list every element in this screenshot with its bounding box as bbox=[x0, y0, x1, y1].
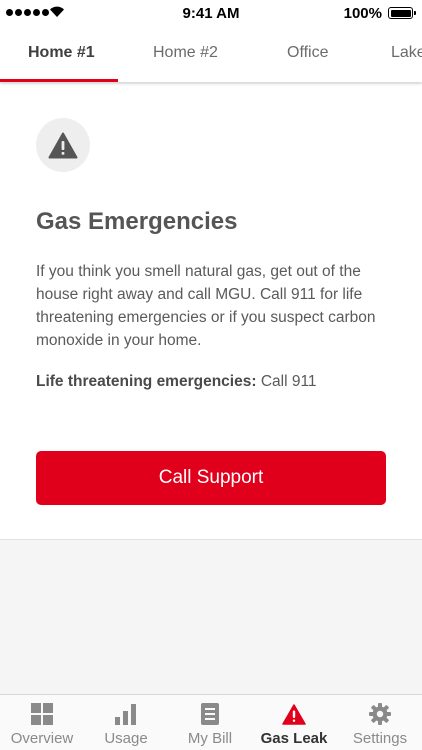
tab-office[interactable]: Office bbox=[287, 26, 329, 82]
gear-icon bbox=[369, 703, 391, 725]
call-support-button[interactable]: Call Support bbox=[36, 451, 386, 505]
grid-icon bbox=[31, 703, 53, 725]
nav-label: Overview bbox=[10, 730, 74, 747]
warning-icon bbox=[48, 132, 78, 158]
active-tab-indicator bbox=[0, 79, 118, 82]
nav-item-settings[interactable]: Settings bbox=[338, 695, 422, 750]
nav-item-my-bill[interactable]: My Bill bbox=[168, 695, 252, 750]
nav-item-gas-leak[interactable]: Gas Leak bbox=[252, 695, 336, 750]
tab-home-2[interactable]: Home #2 bbox=[153, 26, 218, 82]
battery-percentage: 100% bbox=[343, 5, 382, 22]
warning-icon bbox=[282, 703, 306, 725]
battery-icon bbox=[388, 7, 416, 19]
emergency-line: Life threatening emergencies: Call 911 bbox=[36, 373, 317, 391]
card-title: Gas Emergencies bbox=[36, 208, 238, 235]
app-screen: 9:41 AM 100% Home #1 Home #2 Office Lake… bbox=[0, 0, 422, 750]
tab-home-1[interactable]: Home #1 bbox=[28, 26, 95, 82]
warning-badge bbox=[36, 118, 90, 172]
bar-chart-icon bbox=[115, 704, 136, 725]
nav-item-usage[interactable]: Usage bbox=[84, 695, 168, 750]
nav-label: Settings bbox=[352, 730, 408, 747]
status-bar: 9:41 AM 100% bbox=[0, 0, 422, 26]
nav-label: Gas Leak bbox=[260, 730, 328, 747]
bottom-nav: Overview Usage My Bill Gas Leak Settings bbox=[0, 694, 422, 750]
emergency-value: Call 911 bbox=[260, 373, 317, 390]
bill-icon bbox=[201, 703, 219, 725]
card-description: If you think you smell natural gas, get … bbox=[36, 263, 376, 349]
nav-label: Usage bbox=[104, 730, 148, 747]
gas-emergency-card: Gas Emergencies If you think you smell n… bbox=[0, 84, 422, 540]
nav-label: My Bill bbox=[187, 730, 233, 747]
nav-item-overview[interactable]: Overview bbox=[0, 695, 84, 750]
emergency-label: Life threatening emergencies: bbox=[36, 373, 257, 390]
location-tabs: Home #1 Home #2 Office Lake bbox=[0, 26, 422, 82]
tab-lake[interactable]: Lake bbox=[391, 26, 422, 82]
